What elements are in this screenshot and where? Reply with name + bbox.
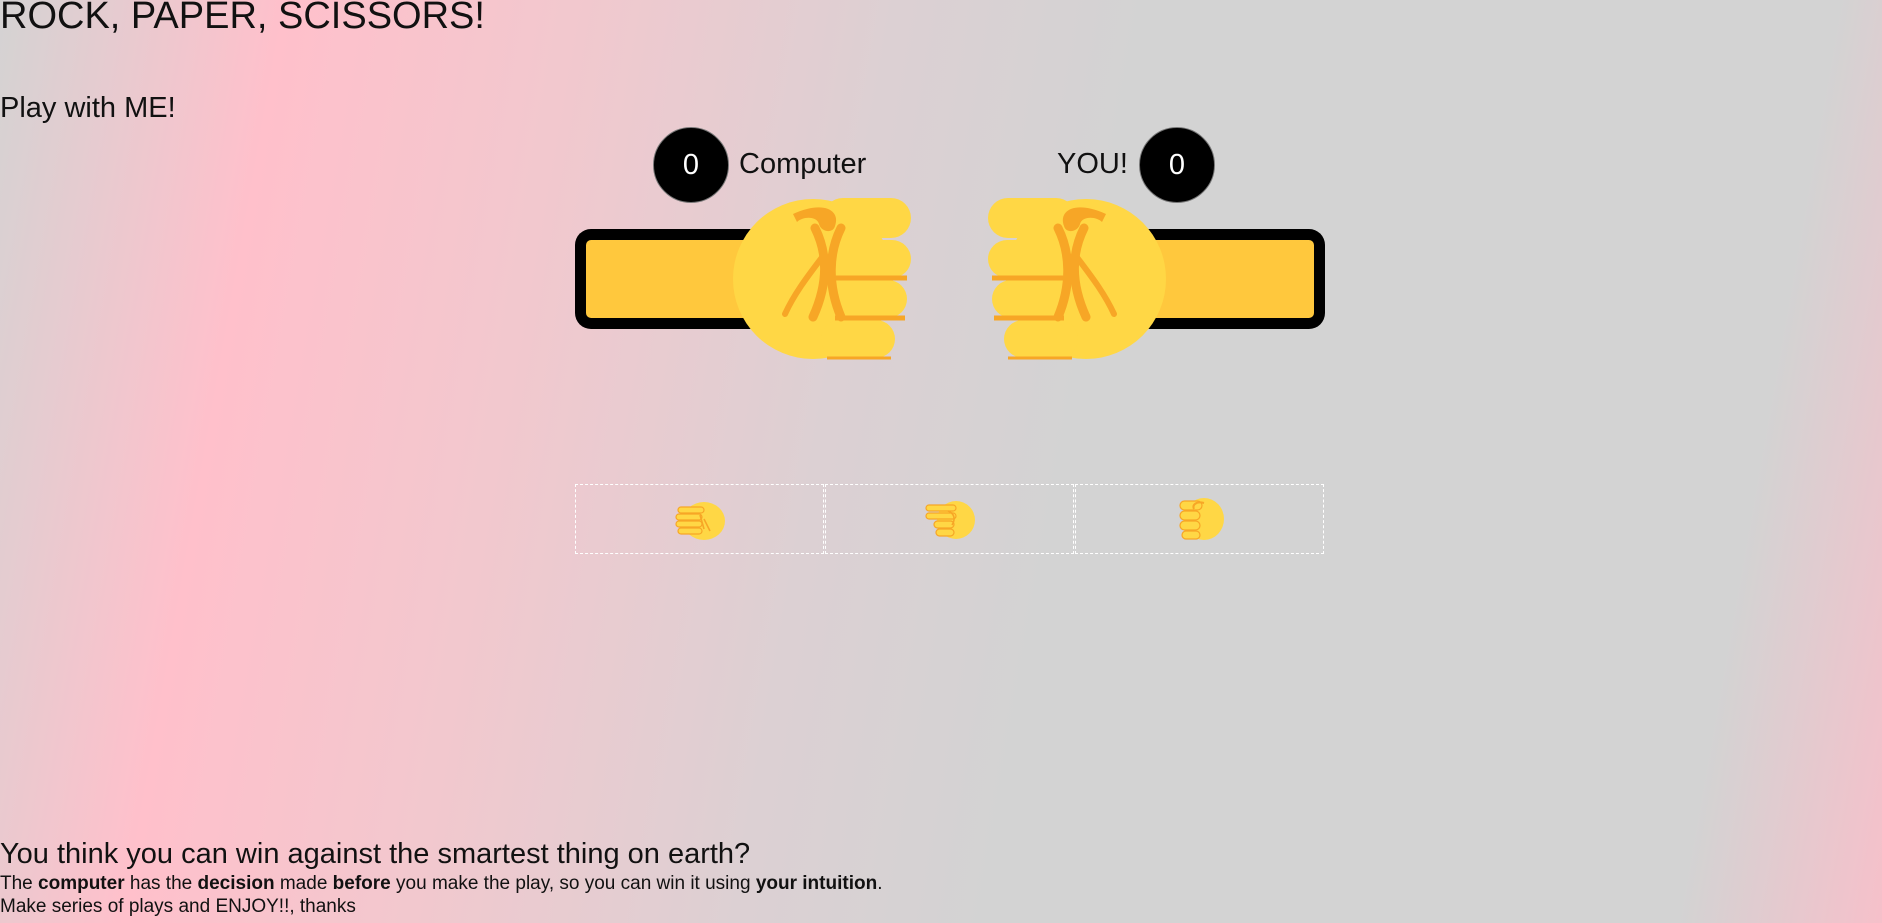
footer-bold-computer: computer	[38, 873, 125, 894]
footer-text-part: has the	[124, 873, 198, 894]
page-title: ROCK, PAPER, SCISSORS!	[0, 0, 485, 37]
choice-buttons	[575, 484, 1325, 554]
player-label: YOU!	[1057, 148, 1128, 180]
footer-text-part: made	[274, 873, 333, 894]
paper-hand-icon	[674, 502, 725, 540]
footer-bold-decision: decision	[197, 873, 275, 894]
computer-label: Computer	[739, 148, 867, 180]
footer-text-part: you make the play, so you can win it usi…	[390, 873, 756, 894]
footer-heading: You think you can win against the smarte…	[0, 838, 751, 870]
computer-score-badge: 0	[653, 127, 729, 203]
page-subtitle: Play with ME!	[0, 92, 176, 124]
scissors-hand-icon	[924, 501, 975, 539]
paper-choice-button[interactable]	[575, 484, 824, 554]
player-fist-icon	[984, 192, 1168, 360]
footer-closing-line: Make series of plays and ENJOY!!, thanks	[0, 896, 356, 917]
footer-text-part: .	[877, 873, 883, 894]
computer-fist-icon	[731, 192, 915, 360]
footer-description: The computer has the decision made befor…	[0, 873, 882, 895]
footer-bold-before: before	[332, 873, 391, 894]
footer-text-part: The	[0, 873, 39, 894]
scissors-choice-button[interactable]	[825, 484, 1074, 554]
footer-bold-intuition: your intuition	[755, 873, 878, 894]
rock-hand-icon	[1178, 498, 1224, 540]
rock-choice-button[interactable]	[1075, 484, 1324, 554]
